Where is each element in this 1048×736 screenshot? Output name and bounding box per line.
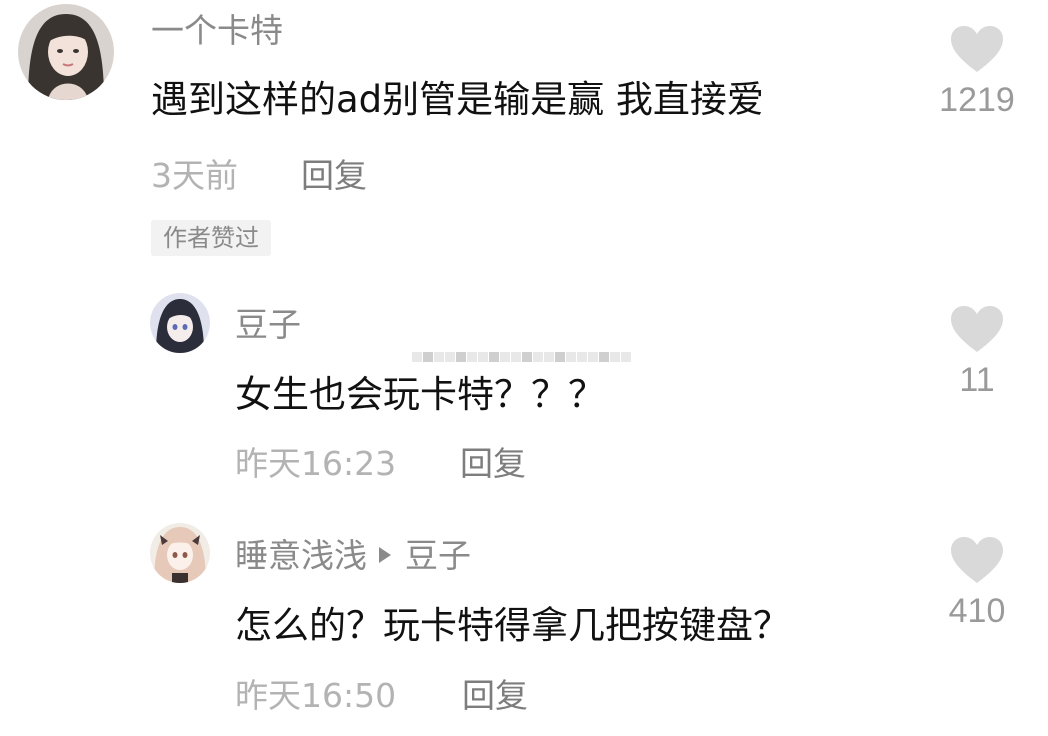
reply-button[interactable]: 回复: [301, 156, 367, 196]
like-count: 410: [948, 592, 1006, 630]
avatar[interactable]: [150, 523, 210, 583]
commenter-name[interactable]: 睡意浅浅: [235, 536, 367, 575]
reply-button[interactable]: 回复: [462, 676, 528, 716]
like-count: 11: [959, 361, 995, 399]
like-count: 1219: [939, 81, 1015, 119]
like-button[interactable]: 1219: [922, 24, 1032, 120]
like-button[interactable]: 410: [922, 535, 1032, 631]
comment-timestamp: 3天前: [151, 156, 238, 195]
comment-content: 遇到这样的ad别管是输是赢 我直接爱: [151, 78, 764, 121]
watermark-strip: [412, 352, 631, 362]
heart-icon: [951, 26, 1003, 72]
comment-content: 女生也会玩卡特？？？: [235, 373, 605, 416]
comment-username: 睡意浅浅 豆子: [235, 536, 471, 576]
reply-arrow-icon: [379, 546, 391, 563]
avatar[interactable]: [18, 4, 114, 100]
comment-username[interactable]: 一个卡特: [151, 11, 283, 51]
heart-icon: [951, 537, 1003, 583]
reply-to-name[interactable]: 豆子: [405, 536, 471, 575]
heart-icon: [951, 306, 1003, 352]
comment-content: 怎么的？玩卡特得拿几把按键盘？: [235, 604, 790, 647]
avatar[interactable]: [150, 293, 210, 353]
reply-button[interactable]: 回复: [460, 444, 526, 484]
author-liked-badge: 作者赞过: [151, 220, 271, 256]
comment-timestamp: 昨天16:23: [235, 444, 397, 483]
like-button[interactable]: 11: [922, 304, 1032, 400]
comment-timestamp: 昨天16:50: [235, 676, 397, 715]
comment-username[interactable]: 豆子: [235, 305, 301, 345]
